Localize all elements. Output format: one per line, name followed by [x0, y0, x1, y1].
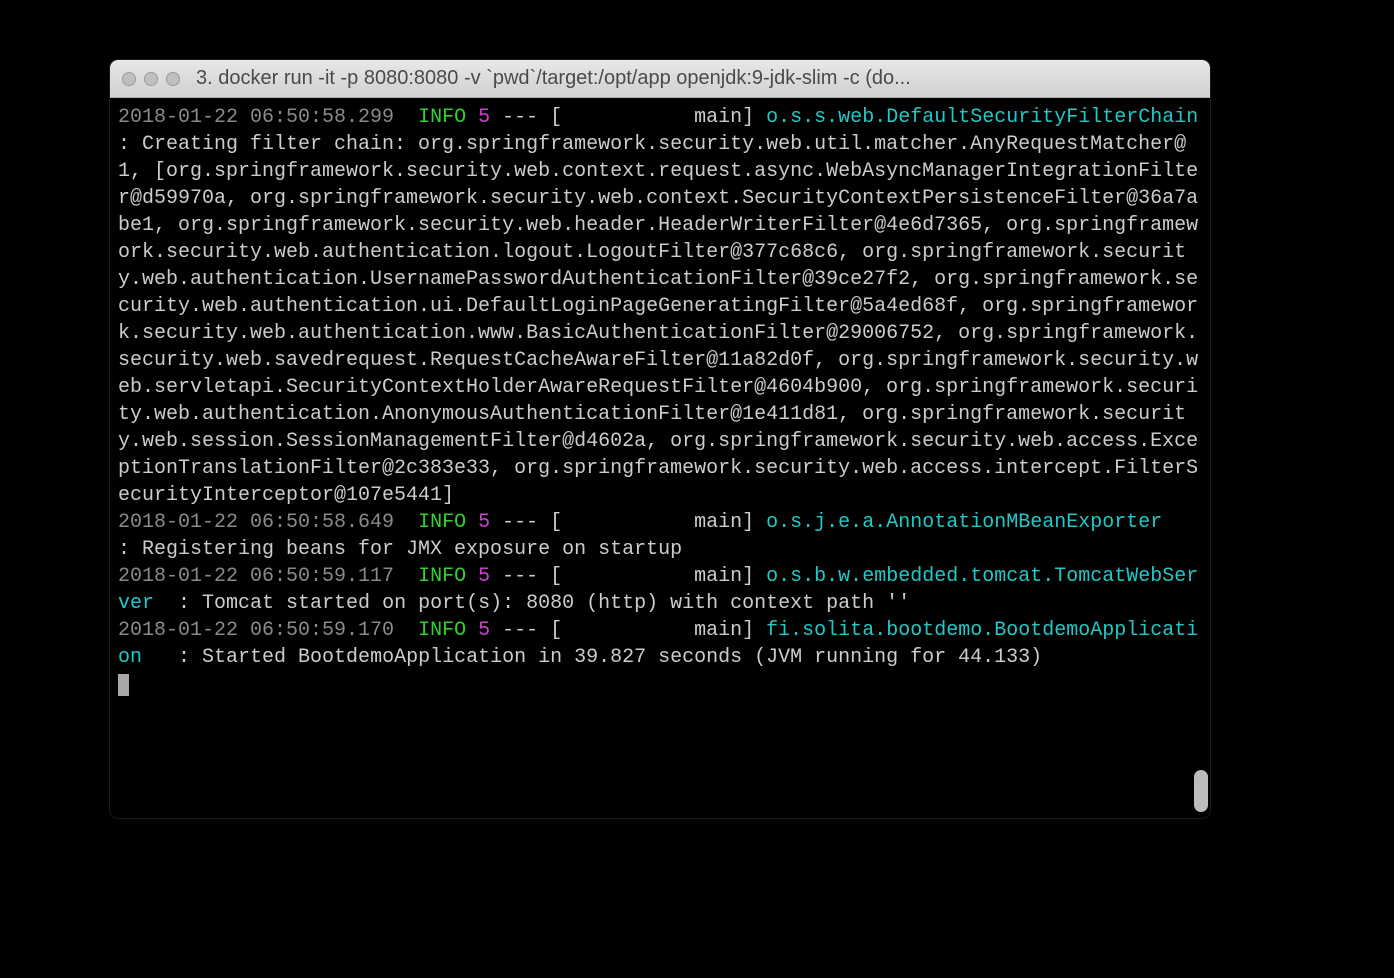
log-separator: --- [	[490, 106, 694, 129]
log-message: : Registering beans for JMX exposure on …	[118, 538, 682, 561]
log-class: o.s.j.e.a.AnnotationMBeanExporter	[766, 511, 1162, 534]
traffic-lights	[122, 72, 180, 86]
log-separator: --- [	[490, 511, 694, 534]
log-message: : Tomcat started on port(s): 8080 (http)…	[178, 592, 910, 615]
log-class: o.s.s.web.DefaultSecurityFilterChain	[766, 106, 1198, 129]
terminal-window: 3. docker run -it -p 8080:8080 -v `pwd`/…	[110, 60, 1210, 818]
log-thread: main]	[694, 106, 766, 129]
terminal-output: 2018-01-22 06:50:58.299 INFO 5 --- [ mai…	[118, 104, 1202, 698]
log-thread: main]	[694, 511, 766, 534]
scrollbar-thumb[interactable]	[1194, 770, 1208, 812]
zoom-icon[interactable]	[166, 72, 180, 86]
log-line: 2018-01-22 06:50:58.649 INFO 5 --- [ mai…	[118, 511, 1210, 561]
log-timestamp: 2018-01-22 06:50:59.170	[118, 619, 394, 642]
log-pid: 5	[478, 511, 490, 534]
titlebar[interactable]: 3. docker run -it -p 8080:8080 -v `pwd`/…	[110, 60, 1210, 98]
log-separator: --- [	[490, 565, 694, 588]
log-pid: 5	[478, 565, 490, 588]
close-icon[interactable]	[122, 72, 136, 86]
log-level: INFO	[418, 511, 466, 534]
log-timestamp: 2018-01-22 06:50:59.117	[118, 565, 394, 588]
log-level: INFO	[418, 619, 466, 642]
log-separator: --- [	[490, 619, 694, 642]
log-timestamp: 2018-01-22 06:50:58.299	[118, 106, 394, 129]
log-message: : Started BootdemoApplication in 39.827 …	[178, 646, 1042, 669]
log-thread: main]	[694, 619, 766, 642]
log-level: INFO	[418, 565, 466, 588]
log-thread: main]	[694, 565, 766, 588]
window-title: 3. docker run -it -p 8080:8080 -v `pwd`/…	[196, 67, 1198, 90]
log-timestamp: 2018-01-22 06:50:58.649	[118, 511, 394, 534]
minimize-icon[interactable]	[144, 72, 158, 86]
log-line: 2018-01-22 06:50:59.170 INFO 5 --- [ mai…	[118, 619, 1198, 669]
log-pid: 5	[478, 106, 490, 129]
log-message: : Creating filter chain: org.springframe…	[118, 133, 1198, 507]
log-line: 2018-01-22 06:50:58.299 INFO 5 --- [ mai…	[118, 106, 1210, 507]
terminal-body[interactable]: 2018-01-22 06:50:58.299 INFO 5 --- [ mai…	[110, 98, 1210, 818]
log-pid: 5	[478, 619, 490, 642]
log-line: 2018-01-22 06:50:59.117 INFO 5 --- [ mai…	[118, 565, 1198, 615]
log-level: INFO	[418, 106, 466, 129]
cursor	[118, 674, 129, 696]
